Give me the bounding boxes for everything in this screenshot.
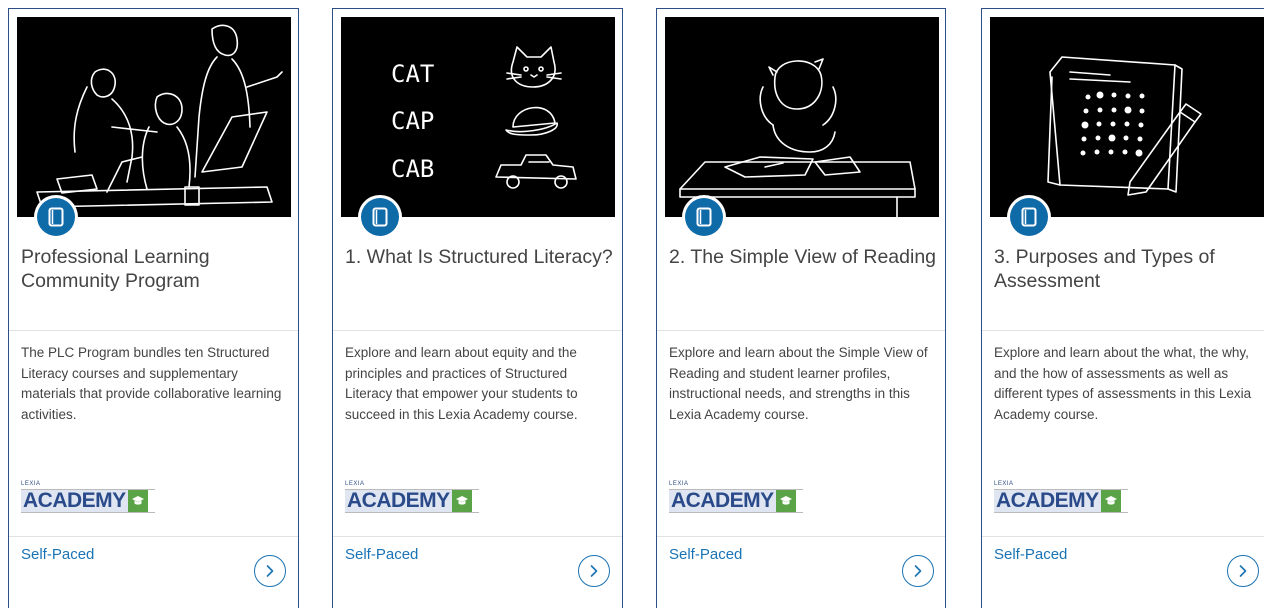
lexia-academy-logo: LEXIA ACADEMY (345, 481, 479, 517)
open-course-button[interactable] (578, 555, 610, 587)
course-image[interactable] (990, 17, 1264, 217)
divider (657, 536, 945, 537)
logo-text: ACADEMY (669, 489, 776, 512)
course-type-badge (358, 195, 402, 239)
lexia-academy-logo: LEXIA ACADEMY (994, 481, 1128, 517)
image-word: CAP (391, 107, 434, 135)
logo-text: ACADEMY (21, 489, 128, 512)
team-meeting-illustration (36, 24, 283, 208)
frustrated-student-illustration (679, 58, 916, 217)
logo-small-text: LEXIA (994, 481, 1014, 487)
logo-small-text: LEXIA (669, 481, 689, 487)
chevron-right-icon (266, 565, 274, 577)
divider (333, 330, 622, 331)
graduation-cap-icon (127, 490, 148, 512)
chevron-right-icon (1239, 565, 1247, 577)
divider (657, 330, 945, 331)
course-type-badge (1007, 195, 1051, 239)
divider (982, 536, 1264, 537)
divider (982, 330, 1264, 331)
course-card[interactable]: 3. Purposes and Types of Assessment Expl… (981, 8, 1264, 608)
test-sheet-pencil-illustration (1047, 56, 1202, 196)
book-icon (372, 207, 388, 227)
pace-label: Self-Paced (994, 546, 1068, 563)
course-title[interactable]: Professional Learning Community Program (21, 245, 289, 293)
book-icon (48, 207, 64, 227)
image-word: CAT (391, 60, 434, 88)
course-image[interactable]: CAT CAP CAB (341, 17, 615, 217)
open-course-button[interactable] (902, 555, 934, 587)
course-image[interactable] (17, 17, 291, 217)
course-title[interactable]: 3. Purposes and Types of Assessment (994, 245, 1262, 293)
course-description: Explore and learn about the what, the wh… (994, 345, 1252, 422)
course-type-badge (682, 195, 726, 239)
course-card[interactable]: Professional Learning Community Program … (8, 8, 299, 608)
divider (9, 536, 298, 537)
course-description: Explore and learn about the Simple View … (669, 345, 928, 422)
course-card[interactable]: 2. The Simple View of Reading Explore an… (656, 8, 946, 608)
image-word: CAB (391, 155, 434, 183)
course-card[interactable]: CAT CAP CAB 1. What Is Structured Litera… (332, 8, 623, 608)
course-title[interactable]: 1. What Is Structured Literacy? (345, 245, 613, 269)
cat-cap-cab-illustration: CAT CAP CAB (391, 46, 577, 189)
open-course-button[interactable] (1227, 555, 1259, 587)
book-icon (1021, 207, 1037, 227)
pace-label: Self-Paced (669, 546, 743, 563)
pace-label: Self-Paced (345, 546, 419, 563)
open-course-button[interactable] (254, 555, 286, 587)
logo-text: ACADEMY (994, 489, 1101, 512)
graduation-cap-icon (775, 490, 796, 512)
chevron-right-icon (590, 565, 598, 577)
graduation-cap-icon (1100, 490, 1121, 512)
course-title[interactable]: 2. The Simple View of Reading (669, 245, 937, 269)
divider (333, 536, 622, 537)
course-type-badge (34, 195, 78, 239)
logo-small-text: LEXIA (21, 481, 41, 487)
chevron-right-icon (914, 565, 922, 577)
lexia-academy-logo: LEXIA ACADEMY (669, 481, 803, 517)
course-description: The PLC Program bundles ten Structured L… (21, 345, 282, 422)
logo-small-text: LEXIA (345, 481, 365, 487)
logo-text: ACADEMY (345, 489, 452, 512)
pace-label: Self-Paced (21, 546, 95, 563)
course-image[interactable] (665, 17, 939, 217)
course-description: Explore and learn about equity and the p… (345, 345, 578, 422)
book-icon (696, 207, 712, 227)
divider (9, 330, 298, 331)
lexia-academy-logo: LEXIA ACADEMY (21, 481, 155, 517)
graduation-cap-icon (451, 490, 472, 512)
